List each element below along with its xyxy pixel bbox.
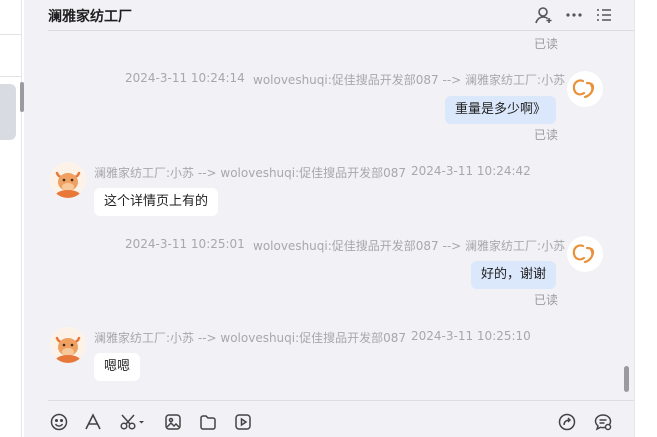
video-icon[interactable] xyxy=(233,412,253,432)
chat-settings-icon[interactable] xyxy=(593,412,613,432)
divider xyxy=(0,34,22,35)
divider xyxy=(634,0,635,437)
read-status: 已读 xyxy=(534,293,559,307)
read-status: 已读 xyxy=(534,37,559,51)
image-icon[interactable] xyxy=(163,412,183,432)
message-time: 2024-3-11 10:25:10 xyxy=(411,329,531,343)
read-status: 已读 xyxy=(534,128,559,142)
selected-conversation-edge[interactable] xyxy=(0,84,16,140)
ox-avatar-icon xyxy=(50,162,86,198)
scissors-icon[interactable] xyxy=(119,412,147,432)
message-route: woloveshuqi:促佳搜品开发部087 --> 澜雅家纺工厂:小苏 xyxy=(253,239,566,253)
ox-avatar-icon xyxy=(50,327,86,363)
chat-header: 澜雅家纺工厂 xyxy=(24,0,638,31)
message-time: 2024-3-11 10:24:14 xyxy=(125,71,245,85)
cj-logo-icon xyxy=(568,237,602,271)
cj-logo-icon xyxy=(568,72,602,106)
right-panel-edge xyxy=(624,0,657,437)
chat-title: 澜雅家纺工厂 xyxy=(48,9,132,25)
divider xyxy=(0,76,22,77)
header-divider xyxy=(48,30,638,31)
message-bubble[interactable]: 好的，谢谢 xyxy=(471,261,557,289)
font-icon[interactable] xyxy=(83,412,103,432)
toolbar-divider xyxy=(48,400,638,401)
message-route: 澜雅家纺工厂:小苏 --> woloveshuqi:促佳搜品开发部087 xyxy=(94,166,407,180)
message-route: woloveshuqi:促佳搜品开发部087 --> 澜雅家纺工厂:小苏 xyxy=(253,73,566,87)
emoji-icon[interactable] xyxy=(49,412,69,432)
message-bubble[interactable]: 重量是多少啊》 xyxy=(445,96,557,124)
message-time: 2024-3-11 10:24:42 xyxy=(411,164,531,178)
message-bubble[interactable]: 嗯嗯 xyxy=(94,353,141,381)
left-panel-edge xyxy=(0,0,24,437)
my-avatar[interactable] xyxy=(567,71,603,107)
contact-avatar[interactable] xyxy=(50,327,86,363)
list-menu-icon[interactable] xyxy=(594,5,614,25)
file-icon[interactable] xyxy=(198,412,218,432)
chat-scrollbar[interactable] xyxy=(624,366,629,392)
message-bubble[interactable]: 这个详情页上有的 xyxy=(94,188,219,216)
add-contact-icon[interactable] xyxy=(534,5,554,25)
divider xyxy=(21,0,22,437)
share-icon[interactable] xyxy=(557,412,577,432)
contact-avatar[interactable] xyxy=(50,162,86,198)
more-icon[interactable] xyxy=(564,5,584,25)
message-route: 澜雅家纺工厂:小苏 --> woloveshuqi:促佳搜品开发部087 xyxy=(94,331,407,345)
chat-panel: 澜雅家纺工厂 已读 2024-3-11 10:24:14 woloveshuqi… xyxy=(24,0,638,437)
my-avatar[interactable] xyxy=(567,236,603,272)
message-time: 2024-3-11 10:25:01 xyxy=(125,237,245,251)
